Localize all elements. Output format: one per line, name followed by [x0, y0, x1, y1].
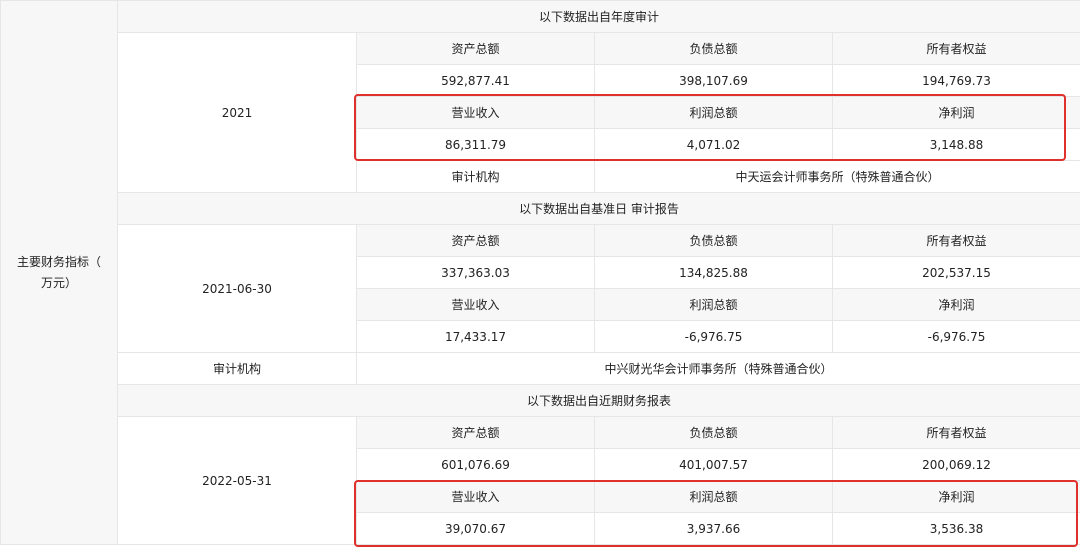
header-total-assets: 资产总额: [356, 32, 595, 65]
value-revenue: 39,070.67: [356, 512, 595, 545]
balance-header-row: 2022-05-31 资产总额 负债总额 所有者权益: [1, 416, 1080, 545]
value-total-liabilities: 401,007.57: [594, 448, 833, 481]
auditor-name: 中兴财光华会计师事务所（特殊普通合伙）: [355, 352, 1080, 385]
header-net-profit: 净利润: [831, 480, 1080, 513]
header-owners-equity: 所有者权益: [831, 32, 1080, 65]
header-total-assets: 资产总额: [356, 224, 595, 257]
header-total-profit: 利润总额: [594, 288, 833, 321]
value-total-profit: 4,071.02: [594, 128, 833, 161]
value-total-profit: 3,937.66: [594, 512, 833, 545]
auditor-row: 审计机构 中兴财光华会计师事务所（特殊普通合伙）: [1, 352, 1080, 385]
section-source: 以下数据出自基准日 审计报告: [116, 192, 1080, 225]
value-total-assets: 601,076.69: [356, 448, 595, 481]
value-total-liabilities: 398,107.69: [594, 64, 833, 97]
value-owners-equity: 200,069.12: [831, 448, 1080, 481]
value-total-liabilities: 134,825.88: [594, 256, 833, 289]
value-total-assets: 592,877.41: [356, 64, 595, 97]
section-source-row: 以下数据出自基准日 审计报告: [1, 192, 1080, 225]
header-total-liabilities: 负债总额: [594, 32, 833, 65]
header-net-profit: 净利润: [831, 96, 1080, 129]
value-revenue: 86,311.79: [356, 128, 595, 161]
section-source-row: 以下数据出自近期财务报表: [1, 384, 1080, 417]
value-total-assets: 337,363.03: [356, 256, 595, 289]
value-net-profit: -6,976.75: [831, 320, 1080, 353]
header-revenue: 营业收入: [356, 480, 595, 513]
value-owners-equity: 202,537.15: [831, 256, 1080, 289]
period-date: 2021: [117, 32, 357, 193]
value-revenue: 17,433.17: [356, 320, 595, 353]
header-revenue: 营业收入: [356, 288, 595, 321]
header-owners-equity: 所有者权益: [831, 416, 1080, 449]
section-source-row: 主要财务指标（ 万元） 以下数据出自年度审计: [0, 0, 1080, 545]
financial-indicators-panel: 主要财务指标（ 万元） 以下数据出自年度审计 2021 资产总额 负债总额 所有…: [0, 0, 1080, 551]
period-date: 2021-06-30: [117, 224, 357, 353]
header-total-liabilities: 负债总额: [594, 416, 833, 449]
header-revenue: 营业收入: [356, 96, 595, 129]
header-net-profit: 净利润: [831, 288, 1080, 321]
main-row-label: 主要财务指标（ 万元）: [0, 0, 118, 545]
balance-header-row: 2021 资产总额 负债总额 所有者权益: [1, 32, 1080, 193]
header-total-profit: 利润总额: [594, 96, 833, 129]
auditor-label: 审计机构: [356, 160, 595, 193]
balance-header-row: 2021-06-30 资产总额 负债总额 所有者权益: [1, 224, 1080, 353]
header-total-assets: 资产总额: [356, 416, 595, 449]
header-total-liabilities: 负债总额: [594, 224, 833, 257]
auditor-label: 审计机构: [117, 352, 357, 385]
value-net-profit: 3,148.88: [831, 128, 1080, 161]
section-source: 以下数据出自年度审计: [116, 0, 1080, 33]
auditor-name: 中天运会计师事务所（特殊普通合伙）: [593, 160, 1080, 193]
value-owners-equity: 194,769.73: [831, 64, 1080, 97]
value-net-profit: 3,536.38: [831, 512, 1080, 545]
financial-indicators-table: 主要财务指标（ 万元） 以下数据出自年度审计 2021 资产总额 负债总额 所有…: [0, 0, 1080, 545]
section-source: 以下数据出自近期财务报表: [116, 384, 1080, 417]
value-total-profit: -6,976.75: [594, 320, 833, 353]
period-date: 2022-05-31: [117, 416, 357, 545]
header-total-profit: 利润总额: [594, 480, 833, 513]
header-owners-equity: 所有者权益: [831, 224, 1080, 257]
